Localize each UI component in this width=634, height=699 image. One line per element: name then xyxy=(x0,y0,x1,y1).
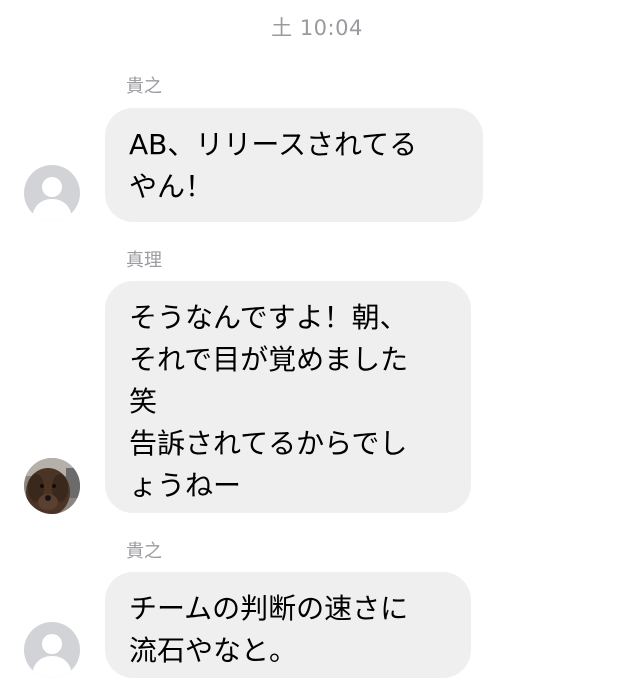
default-person-icon xyxy=(24,622,80,678)
message-bubble[interactable]: AB、リリースされてる やん！ xyxy=(105,108,483,222)
default-person-icon xyxy=(24,165,80,221)
sender-name: 貴之 xyxy=(126,76,162,97)
dog-photo xyxy=(24,458,80,514)
sender-avatar[interactable] xyxy=(24,622,80,678)
sender-avatar[interactable] xyxy=(24,458,80,514)
message-bubble[interactable]: そうなんですよ！朝、 それで目が覚めました 笑 告訴されてるからでし ょうねー xyxy=(105,281,471,513)
sender-name: 真理 xyxy=(126,250,162,271)
chat-timestamp: 土 10:04 xyxy=(271,16,363,40)
sender-avatar[interactable] xyxy=(24,165,80,221)
sender-name: 貴之 xyxy=(126,541,162,562)
message-bubble[interactable]: チームの判断の速さに 流石やなと。 xyxy=(105,572,471,678)
